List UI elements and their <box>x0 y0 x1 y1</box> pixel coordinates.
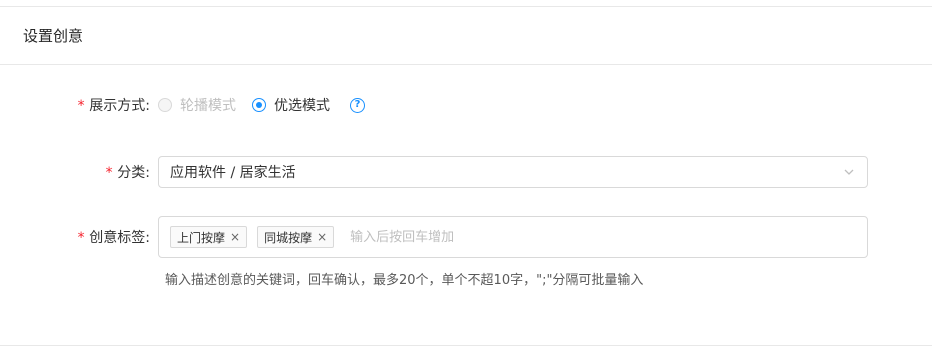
category-label: * 分类: <box>0 162 158 182</box>
category-row: * 分类: 应用软件 / 居家生活 <box>0 156 868 188</box>
category-value: 应用软件 / 居家生活 <box>170 165 296 181</box>
close-icon[interactable]: × <box>230 230 240 244</box>
card-title: 设置创意 <box>23 27 84 45</box>
category-label-text: 分类: <box>117 165 150 181</box>
question-circle-icon[interactable]: ? <box>350 97 365 113</box>
creative-tags-input[interactable]: 上门按摩 × 同城按摩 × <box>158 216 868 258</box>
display-mode-radio-group: 轮播模式 优选模式 ? <box>158 95 365 115</box>
tag-item: 上门按摩 × <box>170 226 248 248</box>
tag-label: 同城按摩 <box>264 230 313 245</box>
radio-circle <box>158 98 172 112</box>
radio-circle[interactable] <box>252 98 266 112</box>
required-mark: * <box>76 98 86 114</box>
display-mode-label: * 展示方式: <box>0 95 158 115</box>
display-mode-label-text: 展示方式: <box>89 98 150 114</box>
radio-preferred-mode[interactable]: 优选模式 <box>252 95 330 115</box>
chevron-down-icon[interactable] <box>843 166 855 178</box>
tag-text-input[interactable] <box>348 228 856 246</box>
creative-tags-hint: 输入描述创意的关键词，回车确认，最多20个，单个不超10字，";"分隔可批量输入 <box>165 273 644 288</box>
radio-label: 轮播模式 <box>180 98 236 114</box>
creative-tags-label: * 创意标签: <box>0 227 158 247</box>
category-select[interactable]: 应用软件 / 居家生活 <box>158 156 868 188</box>
close-icon[interactable]: × <box>317 230 327 244</box>
required-mark: * <box>76 230 86 246</box>
required-mark: * <box>104 165 114 181</box>
card-header: 设置创意 <box>0 7 932 65</box>
creative-tags-label-text: 创意标签: <box>89 230 150 246</box>
tag-label: 上门按摩 <box>177 230 226 245</box>
creative-tags-row: * 创意标签: 上门按摩 × 同城按摩 × <box>0 216 868 258</box>
display-mode-row: * 展示方式: 轮播模式 优选模式 ? <box>0 95 365 115</box>
radio-label: 优选模式 <box>274 98 330 114</box>
creative-settings-card: 设置创意 * 展示方式: 轮播模式 优选模式 ? * 分类: 应用软件 / 居家生活 <box>0 6 932 346</box>
radio-carousel-mode: 轮播模式 <box>158 95 236 115</box>
tag-item: 同城按摩 × <box>257 226 335 248</box>
